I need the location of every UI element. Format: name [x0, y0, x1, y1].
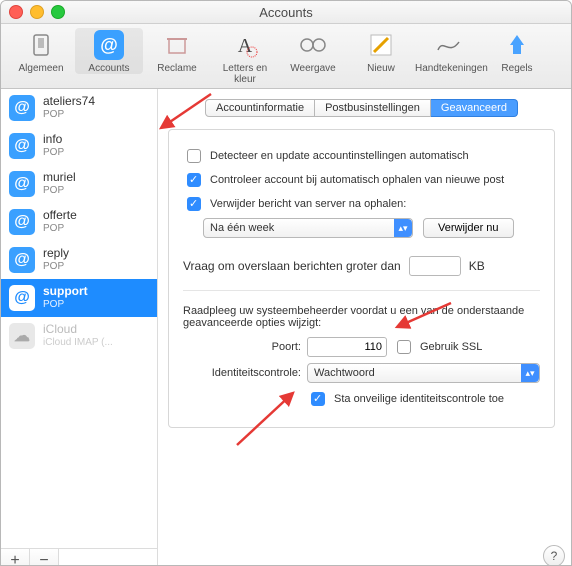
toolbar-label: Letters en kleur — [211, 63, 279, 85]
general-icon — [7, 28, 75, 62]
advanced-panel: Detecteer en update accountinstellingen … — [168, 129, 555, 428]
at-icon: @ — [9, 285, 35, 311]
viewing-icon — [279, 28, 347, 62]
account-name: iCloud — [43, 323, 113, 337]
toolbar-item-accounts[interactable]: @ Accounts — [75, 28, 143, 74]
account-protocol: POP — [43, 185, 76, 197]
use-ssl-checkbox[interactable] — [397, 340, 411, 354]
remove-account-button[interactable]: − — [30, 549, 59, 566]
fonts-icon: A — [211, 28, 279, 62]
skip-size-input[interactable] — [409, 256, 461, 276]
remove-now-button[interactable]: Verwijder nu — [423, 218, 514, 238]
include-auto-check-label: Controleer account bij automatisch ophal… — [210, 174, 504, 186]
rules-icon — [483, 28, 551, 62]
tab-advanced[interactable]: Geavanceerd — [431, 99, 518, 117]
toolbar-label: Accounts — [75, 63, 143, 74]
account-name: ateliers74 — [43, 95, 95, 109]
allow-insecure-auth-label: Sta onveilige identiteitscontrole toe — [334, 393, 504, 405]
chevron-updown-icon: ▴▾ — [394, 219, 412, 237]
toolbar: Algemeen @ AccountsReclame A Letters en kleu… — [1, 24, 571, 89]
toolbar-label: Reclame — [143, 63, 211, 74]
window-title: Accounts — [1, 5, 571, 20]
accounts-list: @ateliers74POP@infoPOP@murielPOP@offerte… — [1, 89, 157, 548]
at-icon: @ — [9, 171, 35, 197]
at-icon: @ — [9, 247, 35, 273]
authentication-label: Identiteitscontrole: — [183, 367, 301, 379]
detect-settings-label: Detecteer en update accountinstellingen … — [210, 150, 469, 162]
toolbar-item-nieuw[interactable]: Nieuw — [347, 28, 415, 74]
account-item[interactable]: ☁︎ iCloudiCloud IMAP (... — [1, 317, 157, 355]
advanced-warning: Raadpleeg uw systeembeheerder voordat u … — [183, 305, 540, 329]
port-label: Poort: — [183, 341, 301, 353]
account-protocol: POP — [43, 147, 64, 159]
include-auto-check-checkbox[interactable] — [187, 173, 201, 187]
account-protocol: POP — [43, 299, 88, 311]
remove-after-select[interactable]: Na één week ▴▾ — [203, 218, 413, 238]
use-ssl-label: Gebruik SSL — [420, 341, 482, 353]
tab-mailbox-behaviors[interactable]: Postbusinstellingen — [315, 99, 431, 117]
toolbar-item-reclame[interactable]: Reclame — [143, 28, 211, 74]
toolbar-label: Nieuw — [347, 63, 415, 74]
toolbar-item-handtekeningen[interactable]: Handtekeningen — [415, 28, 483, 74]
at-icon: @ — [75, 28, 143, 62]
svg-text:@: @ — [100, 35, 118, 55]
toolbar-label: Regels — [483, 63, 551, 74]
sidebar-footer: + − — [1, 548, 157, 566]
chevron-updown-icon: ▴▾ — [521, 364, 539, 382]
at-icon: @ — [9, 95, 35, 121]
remove-from-server-label: Verwijder bericht van server na ophalen: — [210, 198, 406, 210]
account-name: muriel — [43, 171, 76, 185]
account-protocol: iCloud IMAP (... — [43, 337, 113, 349]
account-item[interactable]: @ infoPOP — [1, 127, 157, 165]
authentication-select[interactable]: Wachtwoord ▴▾ — [307, 363, 540, 383]
account-item[interactable]: @ ateliers74POP — [1, 89, 157, 127]
at-icon: @ — [9, 209, 35, 235]
compose-icon — [347, 28, 415, 62]
account-protocol: POP — [43, 261, 69, 273]
account-item[interactable]: @ offertePOP — [1, 203, 157, 241]
skip-large-label: Vraag om overslaan berichten groter dan — [183, 259, 401, 273]
account-item[interactable]: @ murielPOP — [1, 165, 157, 203]
account-protocol: POP — [43, 223, 77, 235]
skip-unit-label: KB — [469, 259, 485, 273]
tabs: Accountinformatie Postbusinstellingen Ge… — [168, 99, 555, 117]
tab-account-info[interactable]: Accountinformatie — [205, 99, 315, 117]
port-input[interactable] — [307, 337, 387, 357]
remove-after-value: Na één week — [210, 222, 274, 234]
account-name: offerte — [43, 209, 77, 223]
junk-icon — [143, 28, 211, 62]
main-panel: Accountinformatie Postbusinstellingen Ge… — [158, 89, 571, 566]
authentication-value: Wachtwoord — [314, 367, 375, 379]
account-item[interactable]: @ replyPOP — [1, 241, 157, 279]
toolbar-item-weergave[interactable]: Weergave — [279, 28, 347, 74]
remove-from-server-checkbox[interactable] — [187, 197, 201, 211]
toolbar-item-letters-en-kleur[interactable]: A Letters en kleur — [211, 28, 279, 85]
add-account-button[interactable]: + — [1, 549, 30, 566]
toolbar-label: Handtekeningen — [415, 63, 483, 74]
detect-settings-checkbox[interactable] — [187, 149, 201, 163]
toolbar-label: Algemeen — [7, 63, 75, 74]
at-icon: @ — [9, 133, 35, 159]
toolbar-item-regels[interactable]: Regels — [483, 28, 551, 74]
svg-text:A: A — [238, 35, 253, 57]
account-name: info — [43, 133, 64, 147]
preferences-window: Accounts Algemeen@AccountsReclameALetter… — [0, 0, 572, 566]
account-protocol: POP — [43, 109, 95, 121]
account-name: reply — [43, 247, 69, 261]
divider — [183, 290, 540, 291]
cloud-icon: ☁︎ — [9, 323, 35, 349]
titlebar: Accounts — [1, 1, 571, 24]
toolbar-item-algemeen[interactable]: Algemeen — [7, 28, 75, 74]
signature-icon — [415, 28, 483, 62]
account-item[interactable]: @ supportPOP — [1, 279, 157, 317]
accounts-sidebar: @ateliers74POP@infoPOP@murielPOP@offerte… — [1, 89, 158, 566]
toolbar-label: Weergave — [279, 63, 347, 74]
allow-insecure-auth-checkbox[interactable] — [311, 392, 325, 406]
help-button[interactable]: ? — [543, 545, 565, 566]
account-name: support — [43, 285, 88, 299]
